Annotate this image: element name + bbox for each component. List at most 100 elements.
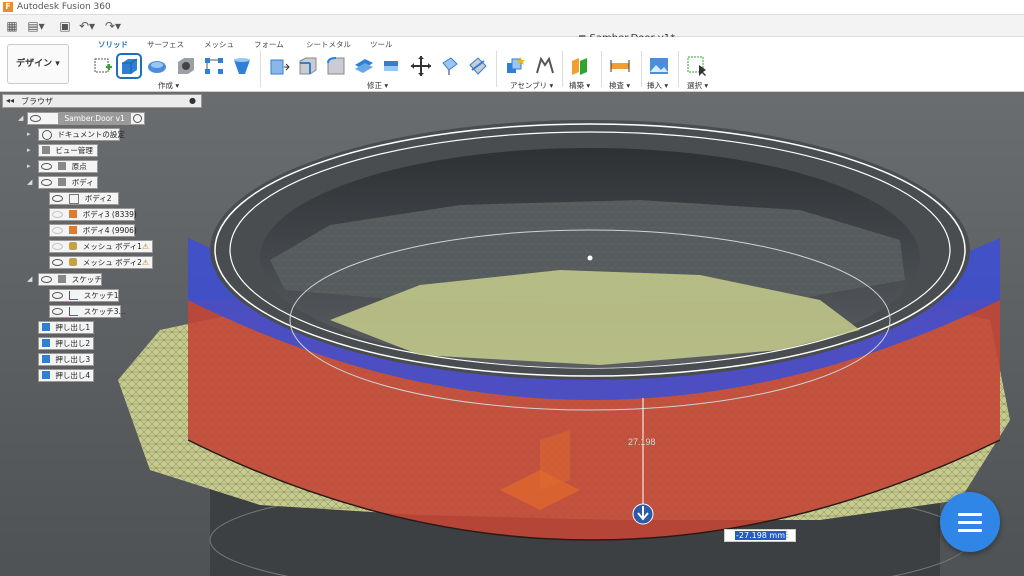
joint-icon[interactable] bbox=[533, 55, 555, 77]
browser-item-origin[interactable]: 原点 bbox=[38, 160, 98, 173]
gear-icon bbox=[42, 130, 52, 140]
visibility-eye-icon[interactable] bbox=[41, 163, 52, 170]
tab-tools[interactable]: ツール bbox=[370, 39, 393, 50]
visibility-eye-icon[interactable] bbox=[52, 211, 63, 218]
menu-line bbox=[958, 513, 982, 516]
visibility-eye-icon[interactable] bbox=[52, 292, 63, 299]
canvas-viewport[interactable]: 27.198 bbox=[0, 92, 1024, 576]
browser-body-3[interactable]: ボディ3 (8339) bbox=[49, 208, 137, 221]
activate-radio-icon[interactable] bbox=[133, 114, 142, 123]
visibility-eye-icon[interactable] bbox=[41, 276, 52, 283]
browser-mesh-body-2[interactable]: メッシュ ボディ2 ⚠ bbox=[49, 256, 153, 269]
new-component-icon[interactable] bbox=[504, 55, 526, 77]
undo-icon[interactable]: ↶▾ bbox=[78, 18, 96, 34]
visibility-eye-icon[interactable] bbox=[52, 308, 63, 315]
expand-arrow-icon[interactable]: ◢ bbox=[18, 114, 23, 122]
timeline-extrude-4[interactable]: 押し出し4 bbox=[38, 369, 94, 382]
visibility-eye-icon[interactable] bbox=[30, 115, 41, 122]
visibility-eye-icon[interactable] bbox=[52, 227, 63, 234]
browser-item-sketches[interactable]: スケッチ bbox=[38, 273, 102, 286]
tab-mesh[interactable]: メッシュ bbox=[204, 39, 234, 50]
data-panel-grid-icon[interactable]: ▦ bbox=[3, 18, 21, 34]
browser-item-named-views[interactable]: ビュー管理 bbox=[38, 144, 98, 157]
folder-icon bbox=[58, 162, 67, 170]
timeline-extrude-1[interactable]: 押し出し1 bbox=[38, 321, 94, 334]
group-assemble-label[interactable]: アセンブリ ▾ bbox=[510, 80, 553, 91]
fusion-logo-icon: F bbox=[3, 2, 13, 12]
browser-body-2[interactable]: ボディ2 bbox=[49, 192, 119, 205]
collapse-browser-icon[interactable]: ◂◂ bbox=[6, 96, 14, 105]
mirror-icon[interactable] bbox=[231, 55, 253, 77]
browser-sketch-3[interactable]: スケッチ3... bbox=[49, 305, 126, 318]
timeline-extrude-2[interactable]: 押し出し2 bbox=[38, 337, 94, 350]
menu-line bbox=[958, 521, 982, 524]
ribbon: デザイン ▾ ソリッド サーフェス メッシュ フォーム シートメタル ツール 作… bbox=[0, 37, 1024, 92]
divider bbox=[496, 51, 497, 87]
browser-item-bodies[interactable]: ボディ bbox=[38, 176, 98, 189]
redo-icon[interactable]: ↷▾ bbox=[104, 18, 122, 34]
save-icon[interactable]: ▣ bbox=[56, 18, 74, 34]
extrude-icon[interactable] bbox=[116, 53, 142, 79]
group-insert-label[interactable]: 挿入 ▾ bbox=[647, 80, 668, 91]
offset-plane-icon[interactable] bbox=[569, 55, 591, 77]
body-outline-icon bbox=[69, 194, 80, 204]
move-icon[interactable] bbox=[410, 55, 432, 77]
shell-icon[interactable] bbox=[353, 55, 375, 77]
file-menu-icon[interactable]: ▤▾ bbox=[27, 18, 45, 34]
expand-arrow-icon[interactable]: ▸ bbox=[27, 162, 31, 170]
visibility-eye-icon[interactable] bbox=[52, 243, 63, 250]
mesh-body-icon bbox=[69, 258, 78, 266]
collapse-arrow-icon[interactable]: ◢ bbox=[27, 275, 32, 283]
chamfer-icon[interactable] bbox=[325, 55, 347, 77]
collapse-arrow-icon[interactable]: ◢ bbox=[27, 178, 32, 186]
combine-icon[interactable] bbox=[381, 55, 403, 77]
group-select-label[interactable]: 選択 ▾ bbox=[687, 80, 708, 91]
expand-arrow-icon[interactable]: ▸ bbox=[27, 146, 31, 154]
warning-icon: ⚠ bbox=[142, 258, 149, 267]
browser-pin-icon[interactable]: ● bbox=[189, 96, 196, 105]
fillet-icon[interactable] bbox=[297, 55, 319, 77]
align-icon[interactable] bbox=[439, 55, 461, 77]
distance-input-field[interactable]: -27.198 mm ⋮ bbox=[724, 529, 796, 542]
timeline-extrude-3[interactable]: 押し出し3 bbox=[38, 353, 94, 366]
more-options-icon[interactable]: ⋮ bbox=[783, 530, 791, 539]
revolve-icon[interactable] bbox=[146, 55, 168, 77]
group-modify-label[interactable]: 修正 ▾ bbox=[367, 80, 388, 91]
tab-sheet-metal[interactable]: シートメタル bbox=[306, 39, 351, 50]
hole-icon[interactable] bbox=[175, 55, 197, 77]
sketch-icon bbox=[69, 291, 79, 300]
group-inspect-label[interactable]: 検査 ▾ bbox=[609, 80, 630, 91]
tab-form[interactable]: フォーム bbox=[254, 39, 284, 50]
create-sketch-icon[interactable] bbox=[92, 55, 114, 77]
distance-value[interactable]: -27.198 mm bbox=[735, 531, 787, 540]
split-body-icon[interactable] bbox=[467, 55, 489, 77]
divider bbox=[562, 51, 563, 87]
divider bbox=[641, 51, 642, 87]
visibility-eye-icon[interactable] bbox=[41, 179, 52, 186]
expand-arrow-icon[interactable]: ▸ bbox=[27, 130, 31, 138]
browser-root-node[interactable]: Samber.Door v1 bbox=[27, 112, 145, 125]
hamburger-menu-button[interactable] bbox=[940, 492, 1000, 552]
browser-body-4[interactable]: ボディ4 (9906) bbox=[49, 224, 137, 237]
pattern-icon[interactable] bbox=[203, 55, 225, 77]
tab-surface[interactable]: サーフェス bbox=[147, 39, 184, 50]
visibility-eye-icon[interactable] bbox=[52, 195, 63, 202]
workspace-switcher-button[interactable]: デザイン ▾ bbox=[7, 44, 69, 84]
browser-sketch-1[interactable]: スケッチ1 bbox=[49, 289, 119, 302]
browser-mesh-body-1[interactable]: メッシュ ボディ1 ⚠ bbox=[49, 240, 153, 253]
measure-icon[interactable] bbox=[609, 55, 631, 77]
browser-panel-header[interactable]: ◂◂ ブラウザ ● bbox=[2, 94, 202, 108]
browser-title: ブラウザ bbox=[21, 97, 53, 106]
press-pull-icon[interactable] bbox=[268, 55, 290, 77]
select-icon[interactable] bbox=[686, 55, 708, 77]
group-create-label[interactable]: 作成 ▾ bbox=[158, 80, 179, 91]
extrude-distance-arrow-icon[interactable] bbox=[632, 503, 654, 525]
insert-image-icon[interactable] bbox=[648, 55, 670, 77]
menu-line bbox=[958, 529, 982, 532]
body-orange-icon bbox=[69, 210, 78, 218]
tab-solid[interactable]: ソリッド bbox=[98, 39, 128, 50]
browser-item-document-settings[interactable]: ドキュメントの設定 bbox=[38, 128, 125, 141]
group-construct-label[interactable]: 構築 ▾ bbox=[569, 80, 590, 91]
extrude-feature-icon bbox=[42, 323, 50, 331]
visibility-eye-icon[interactable] bbox=[52, 259, 63, 266]
